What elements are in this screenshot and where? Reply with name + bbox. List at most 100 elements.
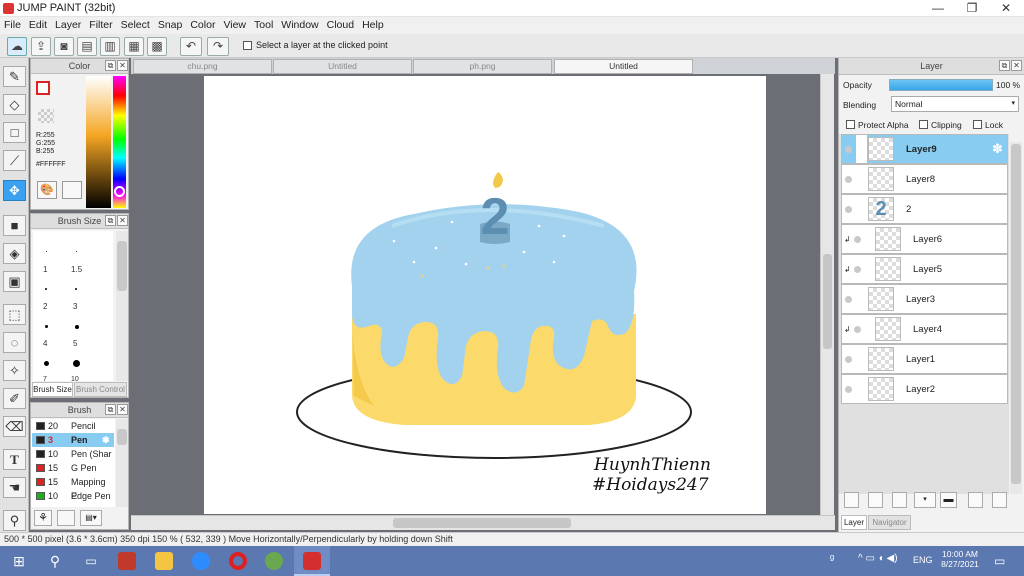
new-layer-icon[interactable] [844, 492, 859, 508]
hand-tool-icon[interactable]: ☚ [3, 477, 26, 498]
tab-brush-size[interactable]: Brush Size [32, 382, 73, 397]
bucket-tool-icon[interactable]: ◈ [3, 243, 26, 264]
layer-row-layer9[interactable]: Layer9 ✽ [841, 134, 1008, 164]
file-explorer-icon[interactable] [155, 552, 173, 570]
menu-cloud[interactable]: Cloud [323, 17, 358, 33]
tab-ph-png[interactable]: ph.png [413, 59, 552, 74]
select-layer-checkbox[interactable] [243, 41, 252, 50]
brush-item-mapping-pen[interactable]: 15 Mapping P [32, 475, 114, 501]
visibility-icon[interactable] [845, 206, 852, 213]
vertical-scrollbar[interactable] [820, 74, 834, 515]
brush-size-scrollbar[interactable] [116, 231, 128, 381]
panel-close-icon[interactable]: ✕ [117, 215, 128, 226]
protect-alpha-checkbox[interactable] [846, 120, 855, 129]
lasso-tool-icon[interactable]: ◌ [3, 332, 26, 353]
maximize-button[interactable]: ❐ [955, 0, 989, 17]
visibility-icon[interactable] [854, 236, 861, 243]
layer-row-layer6[interactable]: ↲ Layer6 [841, 224, 1008, 254]
magic-wand-tool-icon[interactable]: ✧ [3, 360, 26, 381]
color-value-field[interactable] [86, 76, 111, 208]
visibility-icon[interactable] [854, 266, 861, 273]
visibility-icon[interactable] [845, 146, 852, 153]
menu-filter[interactable]: Filter [85, 17, 116, 33]
menu-view[interactable]: View [219, 17, 250, 33]
tab-untitled-1[interactable]: Untitled [273, 59, 412, 74]
brush-size-grid[interactable]: 1 1.5 2 3 4 5 7 10 [33, 231, 113, 383]
person-icon[interactable]: ᵍ [830, 553, 834, 565]
close-button[interactable]: ✕ [989, 0, 1023, 17]
clock[interactable]: 10:00 AM 8/27/2021 [940, 549, 980, 569]
panel-close-icon[interactable]: ✕ [1011, 60, 1022, 71]
panel-close-icon[interactable]: ✕ [117, 60, 128, 71]
duplicate-layer-icon[interactable] [968, 492, 983, 508]
layer-row-layer4[interactable]: ↲ Layer4 [841, 314, 1008, 344]
panel-float-icon[interactable]: ⧉ [105, 215, 116, 226]
hue-slider-handle[interactable] [114, 186, 125, 197]
eraser-tool-icon[interactable]: ◇ [3, 94, 26, 115]
layer-row-layer1[interactable]: Layer1 [841, 344, 1008, 374]
zalo-icon[interactable] [192, 552, 210, 570]
jump-paint-taskbar-button[interactable] [294, 546, 330, 576]
panel-close-icon[interactable]: ✕ [117, 404, 128, 415]
line-tool-icon[interactable]: ⟋ [3, 150, 26, 171]
opacity-slider[interactable] [889, 79, 993, 91]
panel-float-icon[interactable]: ⧉ [105, 404, 116, 415]
layer-row-2[interactable]: 22 [841, 194, 1008, 224]
visibility-icon[interactable] [845, 296, 852, 303]
language-indicator[interactable]: ENG [913, 555, 933, 565]
panel-float-icon[interactable]: ⧉ [999, 60, 1010, 71]
minimize-button[interactable]: — [921, 0, 955, 17]
task-view-icon[interactable]: ▭ [82, 552, 100, 570]
export-icon[interactable]: ⇪ [31, 37, 51, 56]
comment-icon[interactable]: ◙ [54, 37, 74, 56]
menu-file[interactable]: File [0, 17, 25, 33]
notification-icon[interactable]: ▭ [994, 554, 1005, 568]
menu-layer[interactable]: Layer [51, 17, 85, 33]
layer-menu-icon[interactable]: ▾ [914, 492, 936, 508]
fill-rect-tool-icon[interactable]: ■ [3, 215, 26, 236]
drawing-canvas[interactable]: 2 HuynhThienn #Hoidays247 [204, 76, 766, 514]
select-eraser-tool-icon[interactable]: ⌫ [3, 416, 26, 437]
tab-chu-png[interactable]: chu.png [133, 59, 272, 74]
horizontal-scrollbar[interactable] [131, 515, 835, 530]
tab-navigator[interactable]: Navigator [868, 515, 911, 530]
cloud-icon[interactable]: ☁ [7, 37, 27, 56]
search-icon[interactable]: ⚲ [46, 552, 64, 570]
brush-item-pen-sharp[interactable]: 10 Pen (Shar [32, 447, 114, 461]
menu-tool[interactable]: Tool [250, 17, 277, 33]
brush-list-scrollbar[interactable] [116, 419, 128, 507]
menu-help[interactable]: Help [358, 17, 388, 33]
menu-select[interactable]: Select [117, 17, 154, 33]
opera-icon[interactable] [229, 552, 247, 570]
move-tool-icon[interactable]: ✥ [3, 180, 26, 201]
select-pen-tool-icon[interactable]: ✐ [3, 388, 26, 409]
visibility-icon[interactable] [854, 326, 861, 333]
layer-row-layer8[interactable]: Layer8 [841, 164, 1008, 194]
app-grid-icon[interactable] [118, 552, 136, 570]
layer-row-layer2[interactable]: Layer2 [841, 374, 1008, 404]
merge-layer-icon[interactable] [992, 492, 1007, 508]
grid-icon[interactable]: ▩ [147, 37, 167, 56]
brush-tool-icon[interactable]: ✎ [3, 66, 26, 87]
eyedropper-tool-icon[interactable]: ⚲ [3, 510, 26, 531]
palette-icon[interactable]: 🎨 [37, 181, 57, 199]
foreground-color-swatch[interactable] [36, 81, 50, 95]
text-tool-icon[interactable]: T [3, 449, 26, 470]
visibility-icon[interactable] [845, 176, 852, 183]
undo-icon[interactable]: ↶ [180, 37, 202, 56]
gear-icon[interactable]: ✽ [102, 433, 110, 447]
windows-start-icon[interactable]: ⊞ [10, 552, 28, 570]
brush-item-pen[interactable]: 3 Pen ✽ [32, 433, 114, 447]
message-icon[interactable]: ▤ [77, 37, 97, 56]
select-rect-tool-icon[interactable]: ⬚ [3, 304, 26, 325]
tab-layer[interactable]: Layer [841, 515, 867, 530]
paint-icon[interactable] [265, 552, 283, 570]
menu-color[interactable]: Color [186, 17, 219, 33]
layout-icon[interactable]: ▦ [124, 37, 144, 56]
layer-row-layer5[interactable]: ↲ Layer5 [841, 254, 1008, 284]
new-layer-8bit-icon[interactable] [868, 492, 883, 508]
transparent-color-icon[interactable] [38, 109, 54, 123]
panel-float-icon[interactable]: ⧉ [105, 60, 116, 71]
system-tray-icons[interactable]: ^ ▭ ◖ ◀) [858, 553, 898, 564]
visibility-icon[interactable] [845, 356, 852, 363]
